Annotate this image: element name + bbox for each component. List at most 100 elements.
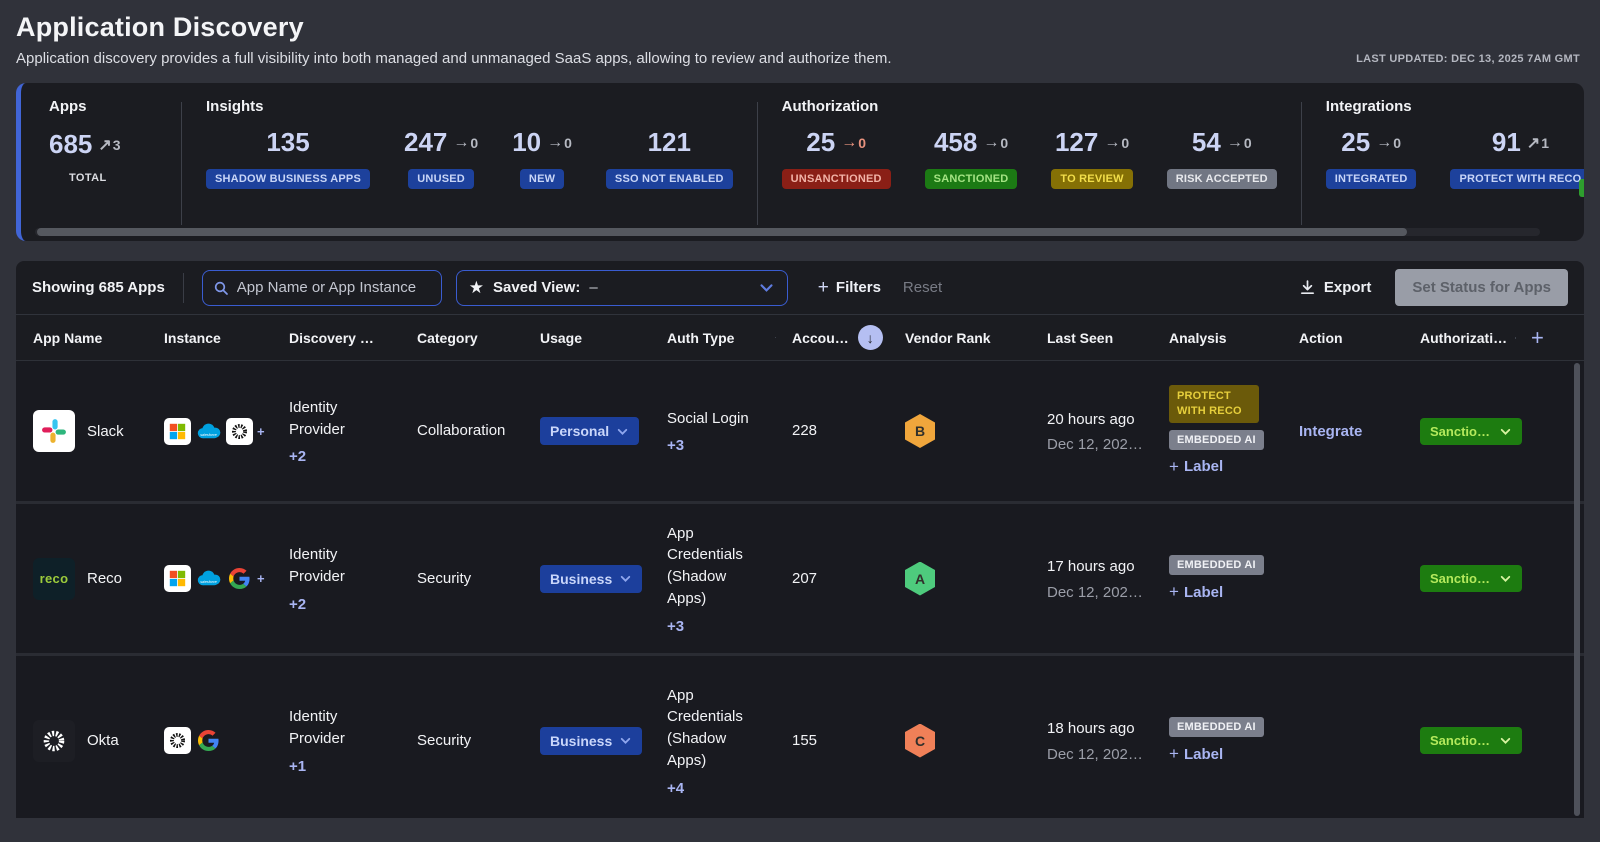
- column-header-auth-type[interactable]: Auth Type: [650, 330, 775, 346]
- stat-value: 458: [934, 127, 977, 158]
- okta-app-icon: [33, 720, 75, 762]
- auth-type-more-link[interactable]: +3: [667, 437, 684, 454]
- stat-value: 10: [512, 127, 541, 158]
- column-header-category[interactable]: Category: [400, 330, 523, 346]
- column-header-action[interactable]: Action: [1282, 330, 1403, 346]
- category-cell: Security: [400, 568, 523, 590]
- usage-dropdown[interactable]: Business: [540, 565, 642, 593]
- authorization-dropdown[interactable]: Sanctio…: [1420, 565, 1522, 592]
- discovery-cell: Identity Provider+2: [272, 544, 400, 613]
- authorization-cell: Sanctio…: [1403, 418, 1515, 445]
- column-header-app-name[interactable]: App Name: [16, 330, 147, 346]
- stats-horizontal-scrollbar[interactable]: [35, 228, 1540, 236]
- usage-dropdown[interactable]: Business: [540, 727, 642, 755]
- filters-button[interactable]: + Filters: [818, 278, 881, 297]
- add-label-button[interactable]: +Label: [1169, 744, 1223, 764]
- export-button[interactable]: Export: [1299, 279, 1372, 296]
- analysis-cell: EMBEDDED AI+Label: [1152, 717, 1282, 764]
- table-row[interactable]: Slacksalesforce+Identity Provider+2Colla…: [16, 361, 1584, 504]
- trend-up-icon: ↗: [98, 135, 111, 155]
- stat-badge: SANCTIONED: [925, 169, 1018, 189]
- column-header-accou[interactable]: Accou…↓: [775, 325, 888, 350]
- column-header-last-seen[interactable]: Last Seen: [1030, 330, 1152, 346]
- app-name: Slack: [87, 423, 124, 440]
- add-label-button[interactable]: +Label: [1169, 582, 1223, 602]
- saved-view-dropdown[interactable]: ★ Saved View: –: [456, 270, 788, 306]
- search-input[interactable]: [237, 279, 431, 296]
- column-header-instance[interactable]: Instance: [147, 330, 272, 346]
- table-body: Slacksalesforce+Identity Provider+2Colla…: [16, 361, 1584, 818]
- set-status-button[interactable]: Set Status for Apps: [1395, 269, 1568, 306]
- app-search-box[interactable]: [202, 270, 442, 306]
- integrate-action-link[interactable]: Integrate: [1299, 423, 1362, 440]
- salesforce-instance-icon: salesforce: [195, 565, 222, 592]
- svg-text:salesforce: salesforce: [200, 433, 217, 437]
- discovery-more-link[interactable]: +1: [289, 758, 306, 775]
- auth-type-value: App Credentials (Shadow Apps): [667, 523, 759, 610]
- accounts-cell: 207: [775, 568, 888, 590]
- column-header-discovery[interactable]: Discovery …: [272, 330, 400, 346]
- google-instance-icon: [195, 727, 222, 754]
- stat-item: 25→0UNSANCTIONED: [782, 127, 891, 189]
- column-header-usage[interactable]: Usage: [523, 330, 650, 346]
- stats-apps-block: Apps 685 ↗3 TOTAL: [49, 98, 157, 241]
- filters-label: Filters: [836, 279, 881, 296]
- stats-section-integrations: Integrations25→0INTEGRATED91↗1PROTECT WI…: [1326, 98, 1584, 241]
- column-header-label: Vendor Rank: [905, 330, 991, 346]
- auth-type-more-link[interactable]: +3: [667, 618, 684, 635]
- category-value: Security: [417, 568, 471, 590]
- stats-scrollbar-thumb[interactable]: [37, 228, 1407, 236]
- discovery-more-link[interactable]: +2: [289, 448, 306, 465]
- toolbar-divider: [183, 273, 184, 303]
- column-header-label: Analysis: [1169, 330, 1227, 346]
- auth-type-value: App Credentials (Shadow Apps): [667, 685, 759, 772]
- instance-cell: salesforce +: [147, 418, 272, 445]
- vendor-rank-badge: C: [905, 724, 935, 758]
- stat-trend: →0: [1376, 134, 1401, 152]
- column-header-label: Category: [417, 330, 478, 346]
- last-seen-cell: 18 hours agoDec 12, 202…: [1030, 718, 1152, 763]
- star-icon: ★: [469, 279, 484, 296]
- instances-more-link[interactable]: +: [257, 424, 265, 439]
- table-row[interactable]: recoRecosalesforce+Identity Provider+2Se…: [16, 504, 1584, 656]
- embedded-ai-badge: EMBEDDED AI: [1169, 430, 1264, 450]
- stats-section-header: Insights: [206, 98, 733, 115]
- last-seen-cell: 20 hours agoDec 12, 202…: [1030, 409, 1152, 454]
- column-header-label: Auth Type: [667, 330, 734, 346]
- table-vertical-scrollbar[interactable]: [1574, 363, 1580, 816]
- usage-dropdown[interactable]: Personal: [540, 417, 639, 445]
- table-header-row: App NameInstanceDiscovery … Category Usage…: [16, 315, 1584, 361]
- accounts-count: 207: [792, 568, 817, 590]
- authorization-dropdown[interactable]: Sanctio…: [1420, 727, 1522, 754]
- trend-flat-icon: →: [983, 134, 999, 152]
- auth-type-more-link[interactable]: +4: [667, 780, 684, 797]
- usage-cell: Business: [523, 727, 650, 755]
- auth-type-value: Social Login: [667, 408, 759, 430]
- stat-value: 127: [1055, 127, 1098, 158]
- column-header-analysis[interactable]: Analysis: [1152, 330, 1282, 346]
- plus-icon: +: [818, 278, 829, 297]
- plus-icon: +: [1169, 582, 1179, 602]
- column-header-vendor-rank[interactable]: Vendor Rank: [888, 330, 1030, 346]
- authorization-dropdown[interactable]: Sanctio…: [1420, 418, 1522, 445]
- reset-button[interactable]: Reset: [903, 279, 942, 296]
- chevron-down-icon: [616, 425, 629, 438]
- sort-descending-icon[interactable]: ↓: [858, 325, 883, 350]
- stat-trend: →0: [841, 134, 866, 152]
- saved-view-value: –: [589, 279, 597, 296]
- last-seen-relative: 17 hours ago: [1047, 556, 1135, 578]
- add-column-button[interactable]: +: [1515, 325, 1584, 351]
- discovery-more-link[interactable]: +2: [289, 596, 306, 613]
- category-value: Security: [417, 730, 471, 752]
- category-value: Collaboration: [417, 420, 505, 442]
- discovery-method: Identity Provider: [289, 706, 394, 750]
- stat-item: 135SHADOW BUSINESS APPS: [206, 127, 370, 189]
- column-header-label: Action: [1299, 330, 1343, 346]
- last-seen-date: Dec 12, 202…: [1047, 436, 1143, 453]
- table-row[interactable]: OktaIdentity Provider+1SecurityBusinessA…: [16, 656, 1584, 818]
- instances-more-link[interactable]: +: [257, 571, 265, 586]
- column-header-authorizati[interactable]: Authorizati…: [1403, 330, 1515, 346]
- add-label-button[interactable]: +Label: [1169, 457, 1223, 477]
- vendor-rank-badge: B: [905, 414, 935, 448]
- chevron-down-icon: [1499, 734, 1512, 747]
